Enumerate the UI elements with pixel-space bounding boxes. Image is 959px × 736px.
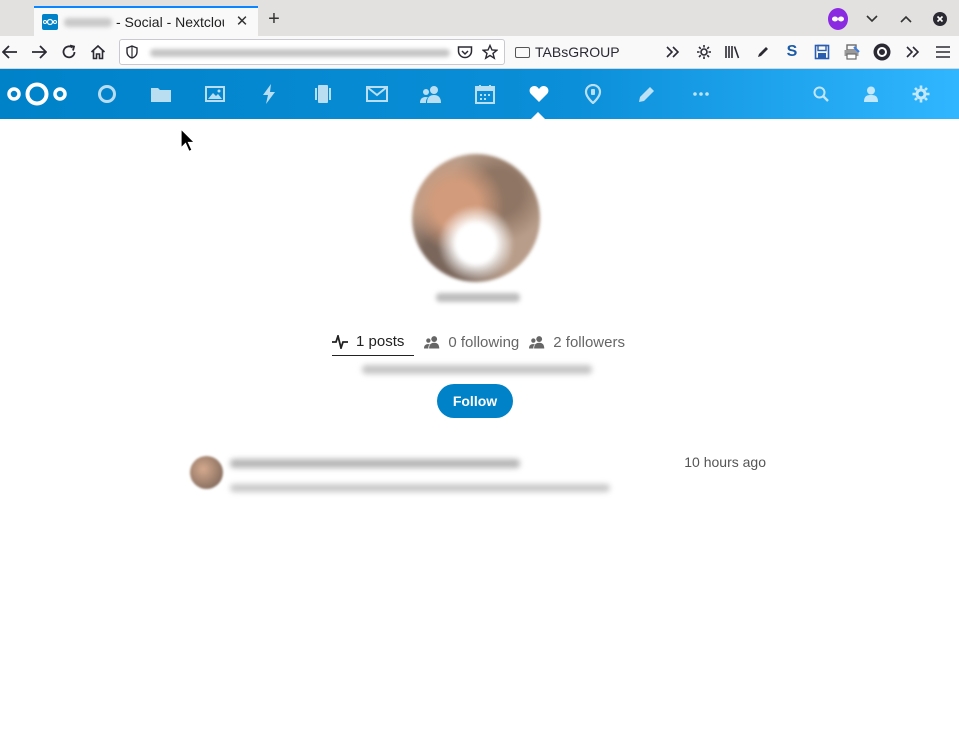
- maximize-chevron-icon[interactable]: [896, 9, 916, 29]
- post-author-avatar[interactable]: [190, 456, 223, 489]
- followers-tab[interactable]: 2 followers: [529, 328, 625, 356]
- post-timestamp[interactable]: 10 hours ago: [684, 454, 766, 470]
- timeline-post[interactable]: 10 hours ago: [190, 450, 770, 500]
- bookmark-folder-label: TABsGROUP: [535, 44, 620, 60]
- post-content-redacted: [230, 484, 610, 492]
- profile-handle-redacted: [362, 365, 592, 374]
- calendar-app-icon[interactable]: [473, 82, 497, 106]
- bookmark-folder-tabsgroup[interactable]: TABsGROUP: [515, 44, 620, 60]
- profile-avatar: [412, 154, 540, 282]
- gear-icon[interactable]: [694, 42, 714, 62]
- mail-app-icon[interactable]: [365, 82, 389, 106]
- follow-button[interactable]: Follow: [437, 384, 513, 418]
- profile-stats: 1 posts 0 following 2 followers: [332, 328, 635, 356]
- star-icon[interactable]: [481, 43, 499, 65]
- browser-tab-bar: - Social - Nextcloud ✕ +: [0, 0, 959, 36]
- mouse-cursor-icon: [180, 127, 196, 159]
- tab-title: - Social - Nextcloud: [116, 14, 224, 30]
- minimize-chevron-icon[interactable]: [862, 9, 882, 29]
- tab-title-redacted: [64, 17, 112, 27]
- contacts-app-icon[interactable]: [419, 82, 443, 106]
- library-icon[interactable]: [723, 42, 743, 62]
- settings-gear-icon[interactable]: [909, 82, 933, 106]
- activity-app-icon[interactable]: [257, 82, 281, 106]
- bookmarks-overflow-chevron-icon[interactable]: [663, 42, 683, 62]
- photos-app-icon[interactable]: [203, 82, 227, 106]
- url-bar[interactable]: [119, 39, 505, 65]
- people-icon: [424, 336, 440, 349]
- url-text-redacted: [150, 49, 450, 57]
- profile-name-redacted: [436, 293, 520, 302]
- private-mask-icon[interactable]: [828, 8, 848, 30]
- extensions-overflow-chevron-icon[interactable]: [903, 42, 923, 62]
- active-app-indicator: [531, 112, 545, 119]
- circle-o-extension-icon[interactable]: [872, 42, 892, 62]
- nextcloud-favicon-icon: [42, 14, 58, 30]
- maps-app-icon[interactable]: [581, 82, 605, 106]
- reload-icon[interactable]: [59, 42, 79, 62]
- browser-nav-bar: TABsGROUP S: [0, 36, 959, 69]
- new-tab-button[interactable]: +: [264, 9, 284, 29]
- nextcloud-header: [0, 69, 959, 119]
- printer-icon[interactable]: [842, 42, 862, 62]
- nextcloud-logo-icon[interactable]: [6, 81, 68, 112]
- dashboard-app-icon[interactable]: [95, 82, 119, 106]
- more-apps-icon[interactable]: [689, 82, 713, 106]
- home-icon[interactable]: [88, 42, 108, 62]
- following-tab[interactable]: 0 following: [424, 328, 519, 356]
- shield-icon[interactable]: [126, 45, 138, 64]
- forward-icon[interactable]: [29, 42, 49, 62]
- post-author-redacted: [230, 459, 520, 468]
- search-icon[interactable]: [809, 82, 833, 106]
- contacts-menu-icon[interactable]: [859, 82, 883, 106]
- close-window-icon[interactable]: [930, 9, 950, 29]
- s-extension-icon[interactable]: S: [782, 42, 802, 62]
- posts-count-label: 1 posts: [356, 333, 405, 350]
- social-app-heart-icon[interactable]: [527, 82, 551, 106]
- pocket-icon[interactable]: [457, 45, 473, 64]
- deck-app-icon[interactable]: [311, 82, 335, 106]
- followers-count-label: 2 followers: [553, 333, 625, 351]
- pencil-icon[interactable]: [753, 42, 773, 62]
- files-app-icon[interactable]: [149, 82, 173, 106]
- notes-app-pencil-icon[interactable]: [635, 82, 659, 106]
- hamburger-menu-icon[interactable]: [933, 42, 953, 62]
- people-icon: [529, 336, 545, 349]
- save-icon[interactable]: [812, 42, 832, 62]
- back-icon[interactable]: [0, 42, 20, 62]
- folder-icon: [515, 46, 530, 58]
- tab-close-icon[interactable]: ✕: [234, 14, 250, 30]
- following-count-label: 0 following: [448, 333, 520, 351]
- posts-tab[interactable]: 1 posts: [332, 328, 415, 356]
- activity-pulse-icon: [332, 334, 348, 349]
- browser-tab[interactable]: - Social - Nextcloud ✕: [34, 6, 258, 36]
